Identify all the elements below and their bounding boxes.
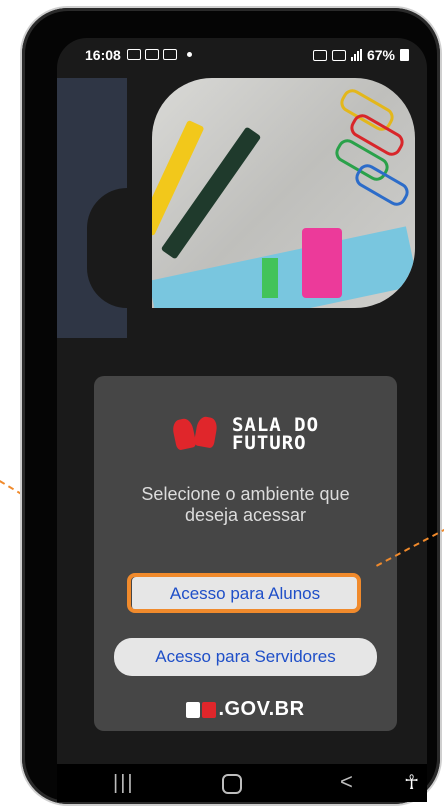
sala-do-futuro-logo: SALA DO FUTURO	[94, 415, 397, 454]
login-card: SALA DO FUTURO Selecione o ambiente que …	[94, 376, 397, 731]
pencil-case-image	[152, 226, 415, 308]
calendar-icon	[163, 49, 177, 60]
prompt-line-2: deseja acessar	[184, 505, 307, 525]
gov-text: .GOV.BR	[218, 698, 305, 720]
status-right: 67%	[312, 47, 409, 63]
logo-line-2: FUTURO	[231, 432, 307, 454]
status-bar: 16:08 67%	[57, 38, 427, 72]
environment-prompt: Selecione o ambiente que deseja acessar	[94, 484, 397, 526]
home-button[interactable]	[222, 774, 242, 794]
signal-icon	[350, 49, 362, 61]
more-notifications-icon	[187, 52, 192, 57]
accessibility-icon[interactable]: ☥	[404, 770, 419, 795]
sp-gov-logo: .GOV.BR	[94, 698, 397, 721]
logo-text: SALA DO FUTURO	[231, 416, 319, 454]
notification-icons	[127, 49, 192, 60]
back-button[interactable]: <	[340, 769, 353, 795]
staff-access-button[interactable]: Acesso para Servidores	[114, 638, 377, 676]
status-time: 16:08	[85, 47, 121, 63]
pink-highlighter-image	[302, 228, 342, 298]
mail-icon	[145, 49, 159, 60]
mute-icon	[331, 49, 346, 61]
battery-percent: 67%	[366, 47, 395, 63]
prompt-line-1: Selecione o ambiente que	[141, 484, 350, 504]
logo-figures-icon	[171, 415, 226, 452]
battery-icon	[400, 49, 409, 61]
green-marker-image	[262, 258, 278, 298]
android-nav-bar: ||| < ☥	[57, 764, 427, 802]
student-access-button[interactable]: Acesso para Alunos	[132, 577, 358, 610]
phone-frame: 16:08 67% SALA DO FUTURO Selecione o amb…	[22, 8, 440, 804]
hero-image	[152, 78, 415, 308]
alarm-icon	[312, 49, 327, 61]
sp-mark-icon	[186, 701, 217, 718]
recent-apps-button[interactable]: |||	[113, 772, 135, 795]
decorative-shape-cut	[87, 188, 127, 308]
app-screen: 16:08 67% SALA DO FUTURO Selecione o amb…	[57, 38, 427, 802]
gallery-icon	[127, 49, 141, 60]
